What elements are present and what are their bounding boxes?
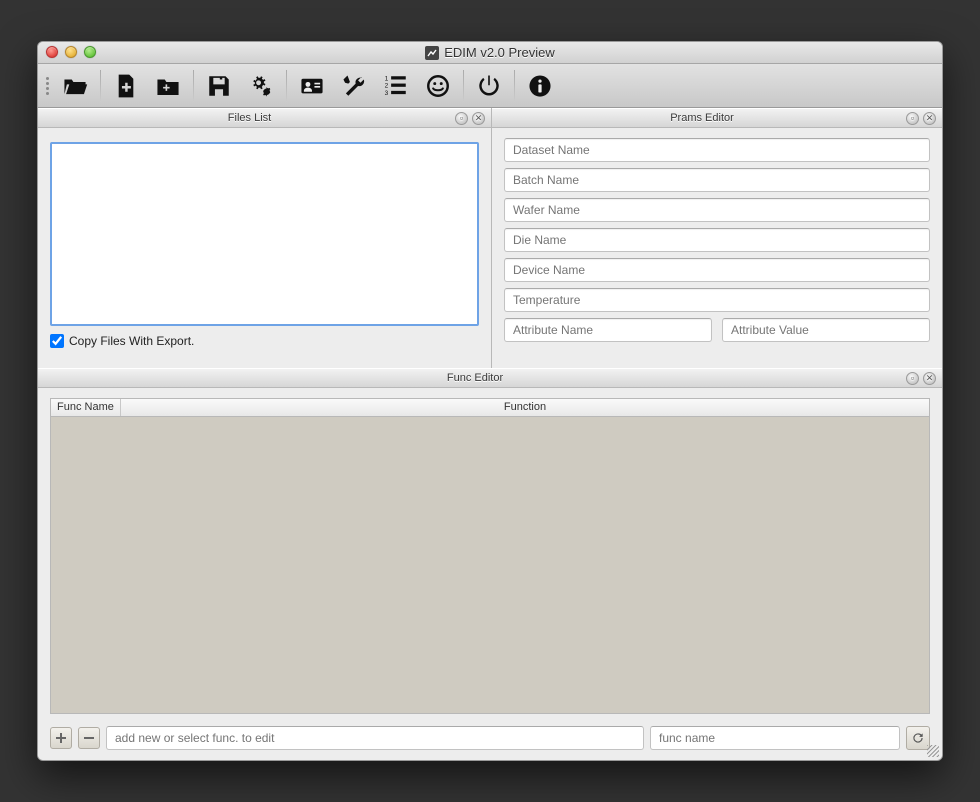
files-list-panel: Files List ▫ ✕ Copy Files With Export. (38, 108, 492, 368)
add-func-button[interactable] (50, 727, 72, 749)
window-title: EDIM v2.0 Preview (444, 45, 555, 60)
func-name-column-header[interactable]: Func Name (51, 399, 121, 416)
new-folder-button[interactable] (148, 68, 188, 104)
toolbar: 123 (38, 64, 942, 108)
func-panel-title: Func Editor (44, 372, 906, 384)
svg-text:1: 1 (385, 75, 389, 82)
device-name-field[interactable] (504, 258, 930, 282)
batch-name-field[interactable] (504, 168, 930, 192)
copy-files-checkbox-row[interactable]: Copy Files With Export. (50, 334, 479, 348)
files-panel-title: Files List (44, 112, 455, 124)
func-editor-panel: Func Editor ▫ ✕ Func Name Function (38, 368, 942, 760)
zoom-window-button[interactable] (84, 46, 96, 58)
wafer-name-field[interactable] (504, 198, 930, 222)
func-panel-close-button[interactable]: ✕ (923, 372, 936, 385)
remove-func-button[interactable] (78, 727, 100, 749)
dataset-name-field[interactable] (504, 138, 930, 162)
func-table-body[interactable] (51, 417, 929, 713)
files-listbox[interactable] (50, 142, 479, 326)
titlebar: EDIM v2.0 Preview (38, 42, 942, 64)
open-button[interactable] (55, 68, 95, 104)
new-file-button[interactable] (106, 68, 146, 104)
func-table-header: Func Name Function (51, 399, 929, 417)
save-button[interactable] (199, 68, 239, 104)
face-button[interactable] (418, 68, 458, 104)
toolbar-handle[interactable] (44, 70, 52, 102)
prams-panel-title: Prams Editor (498, 112, 906, 124)
minimize-window-button[interactable] (65, 46, 77, 58)
files-panel-float-button[interactable]: ▫ (455, 112, 468, 125)
svg-text:3: 3 (385, 89, 389, 96)
app-title-icon (425, 46, 439, 60)
traffic-lights (46, 46, 96, 58)
info-button[interactable] (520, 68, 560, 104)
func-name-field[interactable] (650, 726, 900, 750)
copy-files-checkbox[interactable] (50, 334, 64, 348)
attribute-value-field[interactable] (722, 318, 930, 342)
power-button[interactable] (469, 68, 509, 104)
copy-files-label: Copy Files With Export. (69, 334, 194, 348)
function-column-header[interactable]: Function (121, 399, 929, 416)
close-window-button[interactable] (46, 46, 58, 58)
attribute-name-field[interactable] (504, 318, 712, 342)
die-name-field[interactable] (504, 228, 930, 252)
resize-grip[interactable] (927, 745, 939, 757)
app-window: EDIM v2.0 Preview (37, 41, 943, 761)
settings-gears-button[interactable] (241, 68, 281, 104)
svg-text:2: 2 (385, 82, 389, 89)
func-table[interactable]: Func Name Function (50, 398, 930, 714)
prams-panel-float-button[interactable]: ▫ (906, 112, 919, 125)
func-panel-float-button[interactable]: ▫ (906, 372, 919, 385)
files-panel-close-button[interactable]: ✕ (472, 112, 485, 125)
prams-panel-close-button[interactable]: ✕ (923, 112, 936, 125)
contact-card-button[interactable] (292, 68, 332, 104)
numbered-list-button[interactable]: 123 (376, 68, 416, 104)
window-title-area: EDIM v2.0 Preview (38, 45, 942, 60)
tools-button[interactable] (334, 68, 374, 104)
prams-editor-panel: Prams Editor ▫ ✕ (492, 108, 942, 368)
temperature-field[interactable] (504, 288, 930, 312)
func-edit-field[interactable] (106, 726, 644, 750)
